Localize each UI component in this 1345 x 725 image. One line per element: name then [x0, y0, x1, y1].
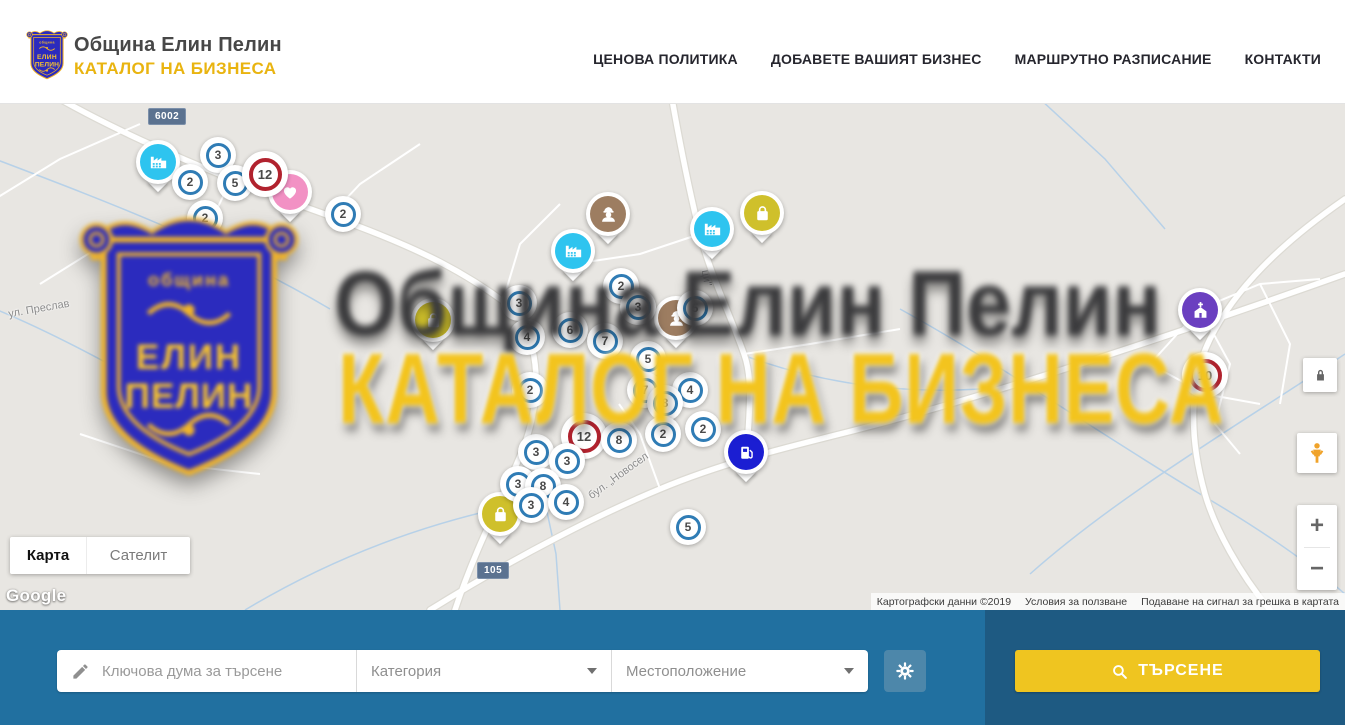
lock-button[interactable] [1303, 358, 1337, 392]
gear-icon [894, 660, 916, 682]
attribution-copyright: Картографски данни ©2019 [877, 596, 1011, 608]
zoom-control: + − [1297, 505, 1337, 590]
map-view-button[interactable]: Карта [10, 537, 86, 574]
cluster-count: 5 [232, 176, 239, 190]
cluster-count: 12 [258, 167, 272, 182]
keyword-field-wrap [57, 650, 357, 692]
pegman-control[interactable] [1297, 433, 1337, 473]
nav-item-contacts[interactable]: КОНТАКТИ [1245, 51, 1321, 67]
search-bar: Категория Местоположение [0, 610, 1345, 725]
cluster-count: 4 [563, 495, 570, 509]
emblem-top-text: община [26, 41, 68, 45]
cluster-marker[interactable]: 12 [242, 151, 288, 197]
emblem-line2: ПЕЛИН [26, 61, 68, 69]
map-type-control: Карта Сателит [10, 537, 190, 574]
main-nav: ЦЕНОВА ПОЛИТИКА ДОБАВЕТЕ ВАШИЯТ БИЗНЕС М… [593, 0, 1321, 104]
site-name: Община Елин Пелин [74, 34, 282, 57]
site-tagline: КАТАЛОГ НА БИЗНЕСА [74, 59, 282, 79]
header: община ЕЛИН ПЕЛИН Община Елин Пелин КАТА… [0, 0, 1345, 104]
cluster-count: 3 [528, 498, 535, 512]
terms-link[interactable]: Условия за ползване [1025, 596, 1127, 608]
site-logo[interactable]: община ЕЛИН ПЕЛИН [26, 29, 68, 82]
search-icon [1111, 663, 1128, 680]
search-button[interactable]: ТЪРСЕНЕ [1015, 650, 1320, 692]
brand-block[interactable]: Община Елин Пелин КАТАЛОГ НА БИЗНЕСА [74, 34, 282, 79]
zoom-in-button[interactable]: + [1297, 505, 1337, 547]
lock-icon [1313, 368, 1328, 383]
cluster-count: 3 [564, 454, 571, 468]
location-select[interactable]: Местоположение [612, 650, 868, 692]
chevron-down-icon [587, 668, 597, 674]
search-button-label: ТЪРСЕНЕ [1138, 662, 1223, 680]
satellite-view-button[interactable]: Сателит [86, 537, 190, 574]
pencil-icon [71, 662, 90, 681]
cluster-count: 3 [215, 148, 222, 162]
report-error-link[interactable]: Подаване на сигнал за грешка в картата [1141, 596, 1339, 608]
nav-item-add-business[interactable]: ДОБАВЕТЕ ВАШИЯТ БИЗНЕС [771, 51, 982, 67]
cluster-marker[interactable]: 2 [325, 196, 361, 232]
category-select[interactable]: Категория [357, 650, 612, 692]
watermark-emblem: община ЕЛИН ПЕЛИН [78, 210, 300, 488]
search-fields-bar: Категория Местоположение [57, 650, 868, 692]
map-attribution: Картографски данни ©2019 Условия за полз… [871, 593, 1345, 610]
google-map[interactable]: 6002105ул. Преславбул. „Новоселци" 32512… [0, 104, 1345, 610]
cluster-count: 2 [187, 175, 194, 189]
advanced-settings-button[interactable] [884, 650, 926, 692]
cluster-marker[interactable]: 4 [548, 484, 584, 520]
watermark-subtitle: КАТАЛОГ НА БИЗНЕСА [338, 332, 1224, 447]
cluster-marker[interactable]: 2 [172, 164, 208, 200]
nav-item-pricing[interactable]: ЦЕНОВА ПОЛИТИКА [593, 51, 738, 67]
cluster-count: 5 [685, 520, 692, 534]
zoom-out-button[interactable]: − [1297, 548, 1337, 590]
nav-item-schedule[interactable]: МАРШРУТНО РАЗПИСАНИЕ [1015, 51, 1212, 67]
cluster-count: 3 [533, 445, 540, 459]
pegman-icon [1305, 441, 1329, 465]
municipality-emblem: община ЕЛИН ПЕЛИН [26, 29, 68, 82]
location-select-label: Местоположение [626, 663, 746, 680]
cluster-count: 2 [340, 207, 347, 221]
page: община ЕЛИН ПЕЛИН Община Елин Пелин КАТА… [0, 0, 1345, 725]
google-logo[interactable]: Google [6, 586, 66, 606]
cluster-marker[interactable]: 3 [513, 487, 549, 523]
cluster-marker[interactable]: 5 [670, 509, 706, 545]
keyword-search-input[interactable] [100, 662, 346, 681]
category-select-label: Категория [371, 663, 441, 680]
chevron-down-icon [844, 668, 854, 674]
